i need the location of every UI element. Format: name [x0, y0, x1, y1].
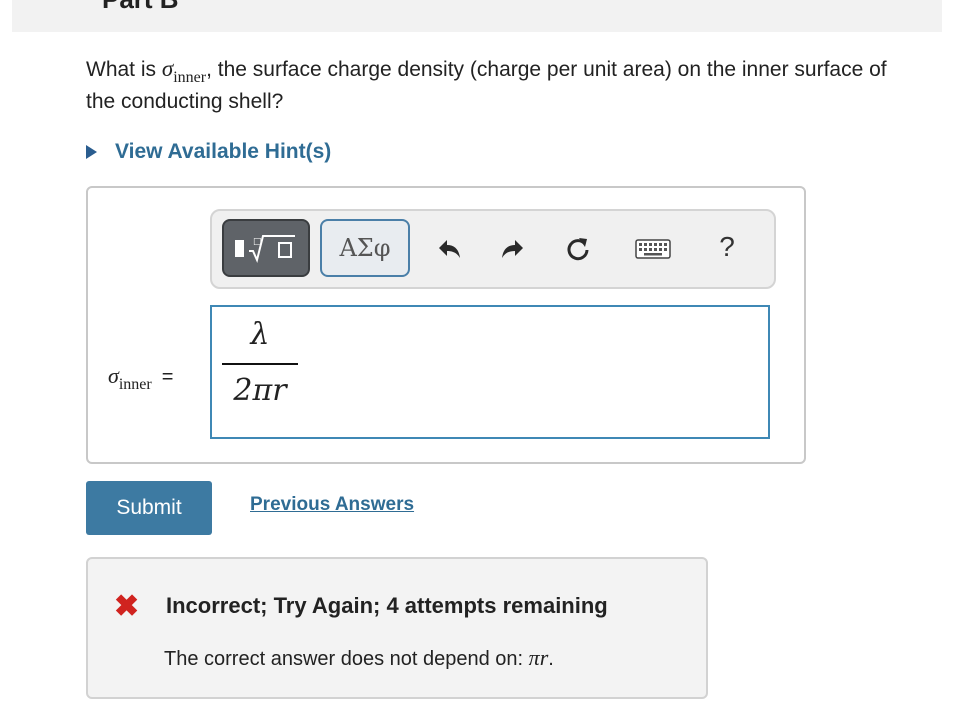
- answer-label: σinner =: [108, 363, 174, 393]
- reset-button[interactable]: [558, 229, 598, 269]
- undo-icon: [439, 240, 460, 258]
- redo-icon: [502, 240, 523, 258]
- greek-symbols-button[interactable]: ΑΣφ: [320, 219, 410, 277]
- part-header: Part B: [12, 0, 942, 32]
- answer-panel: □ ΑΣφ ? σinner = λ 2πr: [86, 186, 806, 464]
- feedback-detail: The correct answer does not depend on: π…: [164, 645, 554, 671]
- help-button[interactable]: ?: [712, 225, 742, 269]
- answer-subscript: inner: [118, 376, 152, 393]
- caret-right-icon: [86, 145, 97, 159]
- part-label: Part B: [102, 0, 179, 15]
- reset-icon: [567, 238, 589, 261]
- view-hints-toggle[interactable]: View Available Hint(s): [86, 138, 331, 166]
- question-subscript: inner: [173, 69, 207, 86]
- templates-button[interactable]: □: [222, 219, 310, 277]
- feedback-detail-prefix: The correct answer does not depend on:: [164, 648, 529, 670]
- feedback-detail-suffix: .: [548, 648, 554, 670]
- fraction: λ 2πr: [222, 313, 298, 413]
- feedback-detail-variable: πr: [528, 645, 549, 670]
- previous-answers-link[interactable]: Previous Answers: [250, 494, 414, 516]
- equals-sign: =: [161, 366, 174, 388]
- question-prefix: What is: [86, 58, 162, 81]
- redo-button[interactable]: [492, 229, 532, 269]
- question-text: What is σinner, the surface charge densi…: [86, 54, 916, 117]
- fraction-bar: [222, 363, 298, 365]
- question-symbol: σ: [161, 56, 174, 81]
- view-hints-label: View Available Hint(s): [115, 140, 332, 163]
- math-toolbar: □ ΑΣφ ?: [210, 209, 776, 289]
- keyboard-icon: [635, 239, 671, 259]
- question-suffix: , the surface charge density (charge per…: [86, 58, 887, 113]
- templates-radical-icon: □: [235, 235, 295, 264]
- feedback-panel: ✖ Incorrect; Try Again; 4 attempts remai…: [86, 557, 708, 699]
- submit-button[interactable]: Submit: [86, 481, 212, 535]
- math-answer-input[interactable]: λ 2πr: [210, 305, 770, 439]
- x-icon: ✖: [114, 590, 140, 623]
- fraction-numerator[interactable]: λ: [222, 313, 298, 357]
- answer-symbol: σ: [108, 363, 119, 388]
- feedback-title: Incorrect; Try Again; 4 attempts remaini…: [166, 593, 608, 618]
- keyboard-button[interactable]: [630, 229, 676, 269]
- undo-button[interactable]: [430, 229, 470, 269]
- fraction-denominator[interactable]: 2πr: [222, 369, 298, 413]
